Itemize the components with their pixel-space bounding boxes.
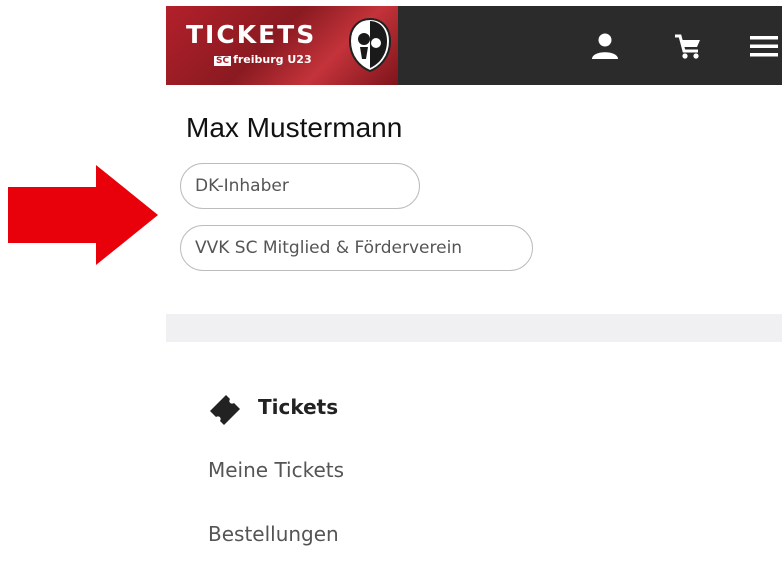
club-crest-icon bbox=[348, 17, 392, 73]
hamburger-menu-icon[interactable] bbox=[746, 30, 778, 62]
logo-subtitle: SC freiburg U23 bbox=[214, 53, 312, 66]
app-screen: TICKETS SC freiburg U23 Max Mustermann D… bbox=[166, 6, 782, 572]
membership-badge-dk-inhaber[interactable]: DK-Inhaber bbox=[180, 163, 420, 209]
orders-link[interactable]: Bestellungen bbox=[208, 522, 339, 546]
logo-subtitle-text: freiburg U23 bbox=[233, 53, 312, 66]
membership-badge-vvk-mitglied[interactable]: VVK SC Mitglied & Förderverein bbox=[180, 225, 533, 271]
profile-name: Max Mustermann bbox=[186, 112, 403, 143]
section-divider bbox=[166, 314, 782, 342]
shopping-cart-icon[interactable] bbox=[672, 30, 704, 62]
header-bar: TICKETS SC freiburg U23 bbox=[166, 6, 782, 85]
user-icon[interactable] bbox=[589, 30, 621, 62]
logo-title: TICKETS bbox=[186, 20, 317, 49]
my-tickets-link[interactable]: Meine Tickets bbox=[208, 458, 344, 482]
section-title: Tickets bbox=[258, 395, 339, 419]
ticket-icon bbox=[210, 395, 240, 425]
logo-sc-mark: SC bbox=[214, 56, 232, 66]
annotation-arrow-icon bbox=[8, 165, 158, 265]
tickets-logo[interactable]: TICKETS SC freiburg U23 bbox=[166, 6, 398, 85]
